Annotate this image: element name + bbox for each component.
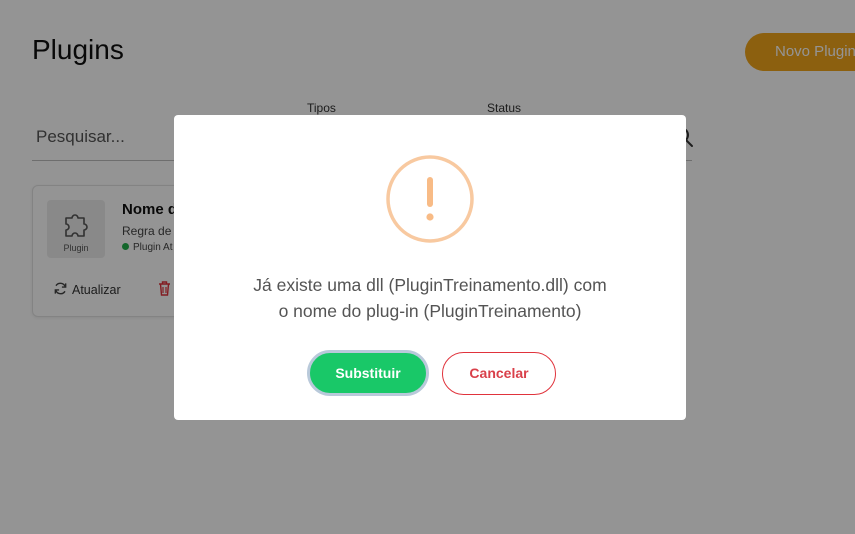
cancel-button[interactable]: Cancelar [442, 352, 556, 395]
replace-button[interactable]: Substituir [307, 350, 429, 396]
dialog-message: Já existe uma dll (PluginTreinamento.dll… [204, 272, 656, 324]
dialog-message-line2: o nome do plug-in (PluginTreinamento) [278, 301, 582, 321]
warning-icon [386, 155, 474, 243]
dialog-message-line1: Já existe uma dll (PluginTreinamento.dll… [253, 275, 607, 295]
confirm-dialog: Já existe uma dll (PluginTreinamento.dll… [174, 115, 686, 420]
